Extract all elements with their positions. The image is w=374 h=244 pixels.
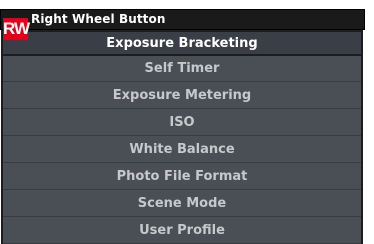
menu-header: Right Wheel Button (0, 9, 365, 30)
menu-item-iso[interactable]: ISO (3, 110, 361, 136)
camera-menu-screen: Right Wheel Button RW Exposure Bracketin… (0, 0, 374, 244)
rw-badge-icon: RW (3, 18, 30, 40)
menu-item-user-profile[interactable]: User Profile (3, 218, 361, 244)
function-list: Exposure Bracketing Self Timer Exposure … (1, 30, 363, 244)
menu-item-photo-file-format[interactable]: Photo File Format (3, 164, 361, 190)
menu-item-white-balance[interactable]: White Balance (3, 137, 361, 163)
menu-item-scene-mode[interactable]: Scene Mode (3, 191, 361, 217)
menu-title: Right Wheel Button (31, 12, 166, 26)
menu-item-self-timer[interactable]: Self Timer (3, 56, 361, 82)
menu-item-exposure-metering[interactable]: Exposure Metering (3, 83, 361, 109)
menu-item-exposure-bracketing[interactable]: Exposure Bracketing (3, 30, 361, 56)
